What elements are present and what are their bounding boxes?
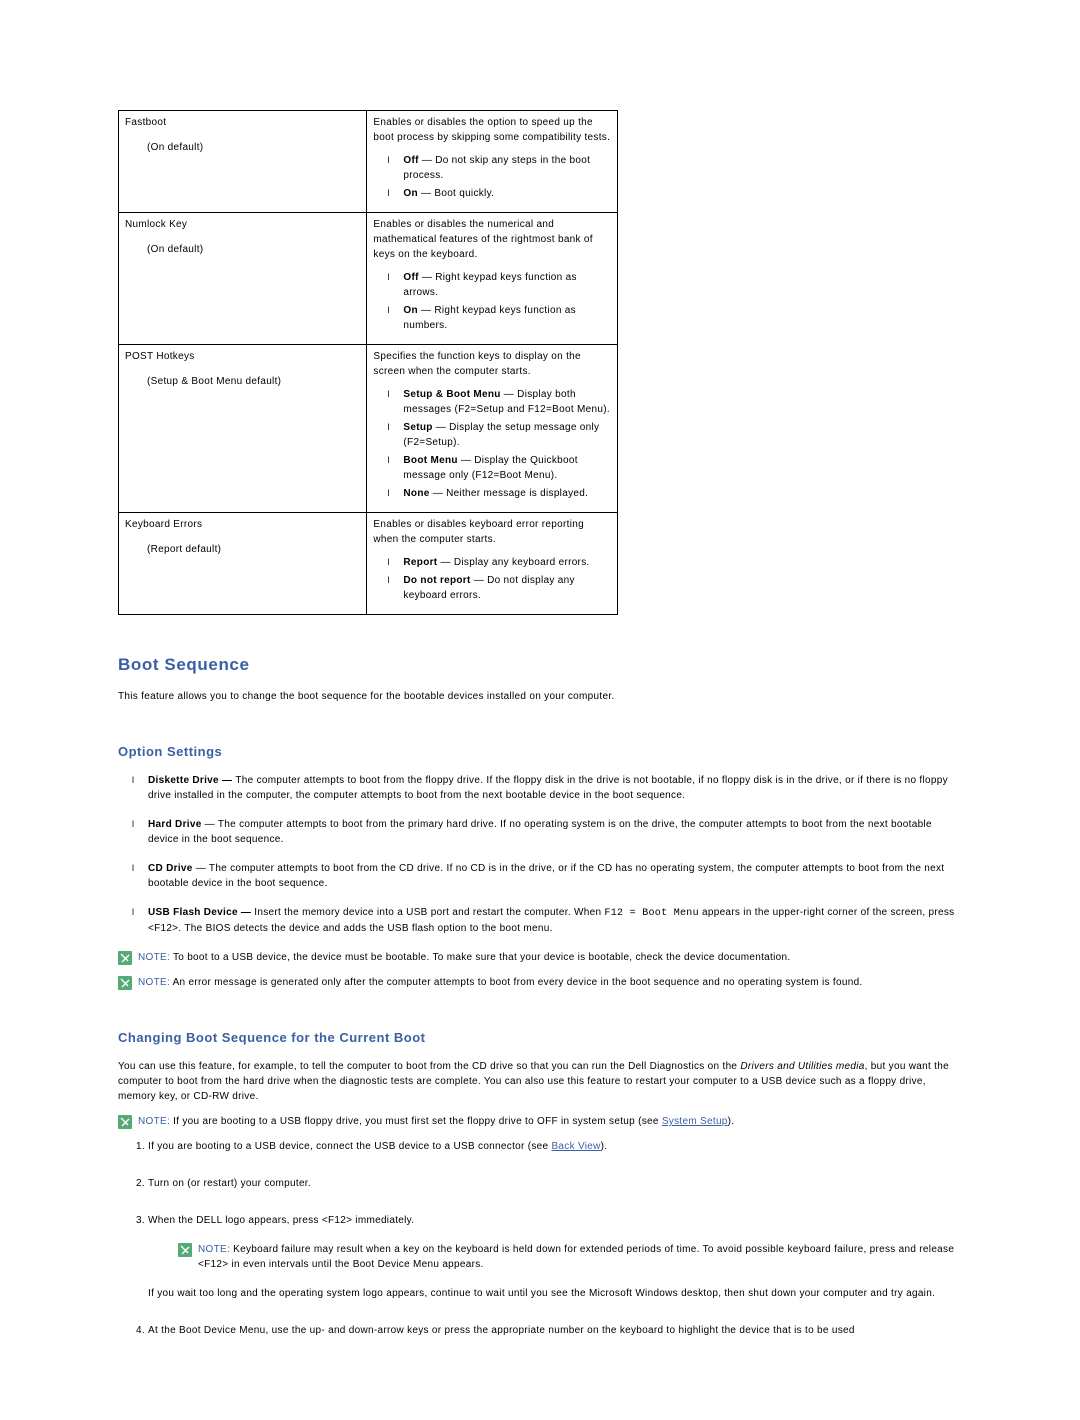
step-2: Turn on (or restart) your computer. — [148, 1176, 962, 1191]
step-1: If you are booting to a USB device, conn… — [148, 1139, 962, 1154]
setting-name-cell: Keyboard Errors(Report default) — [119, 513, 367, 615]
note-icon — [118, 1115, 132, 1129]
list-item: Hard Drive — The computer attempts to bo… — [148, 817, 962, 847]
note-keyboard-failure: NOTE: Keyboard failure may result when a… — [178, 1242, 962, 1272]
setting-desc-cell: Specifies the function keys to display o… — [367, 345, 618, 513]
note-error-message: NOTE: An error message is generated only… — [118, 975, 962, 990]
heading-boot-sequence: Boot Sequence — [118, 655, 962, 675]
heading-option-settings: Option Settings — [118, 744, 962, 759]
note-icon — [118, 976, 132, 990]
setting-desc-cell: Enables or disables the option to speed … — [367, 111, 618, 213]
list-item: CD Drive — The computer attempts to boot… — [148, 861, 962, 891]
list-item: USB Flash Device — Insert the memory dev… — [148, 905, 962, 936]
setting-name-cell: Numlock Key(On default) — [119, 213, 367, 345]
changing-boot-para: You can use this feature, for example, t… — [118, 1059, 962, 1104]
page: Fastboot(On default)Enables or disables … — [0, 0, 1080, 1420]
setting-name-cell: POST Hotkeys(Setup & Boot Menu default) — [119, 345, 367, 513]
list-item: Diskette Drive — The computer attempts t… — [148, 773, 962, 803]
table-row: Numlock Key(On default)Enables or disabl… — [119, 213, 618, 345]
step-3: When the DELL logo appears, press <F12> … — [148, 1213, 962, 1301]
note-icon — [118, 951, 132, 965]
boot-sequence-intro: This feature allows you to change the bo… — [118, 689, 962, 704]
heading-changing-boot-seq: Changing Boot Sequence for the Current B… — [118, 1030, 962, 1045]
steps-list: If you are booting to a USB device, conn… — [118, 1139, 962, 1338]
note-usb-floppy: NOTE: If you are booting to a USB floppy… — [118, 1114, 962, 1129]
setting-name-cell: Fastboot(On default) — [119, 111, 367, 213]
note-icon — [178, 1243, 192, 1257]
setting-desc-cell: Enables or disables keyboard error repor… — [367, 513, 618, 615]
table-row: Keyboard Errors(Report default)Enables o… — [119, 513, 618, 615]
link-back-view[interactable]: Back View — [551, 1141, 600, 1152]
note-usb-bootable: NOTE: To boot to a USB device, the devic… — [118, 950, 962, 965]
table-row: POST Hotkeys(Setup & Boot Menu default)S… — [119, 345, 618, 513]
step-3-followup: If you wait too long and the operating s… — [148, 1286, 962, 1301]
setting-desc-cell: Enables or disables the numerical and ma… — [367, 213, 618, 345]
settings-table: Fastboot(On default)Enables or disables … — [118, 110, 618, 615]
step-4: At the Boot Device Menu, use the up- and… — [148, 1323, 962, 1338]
option-settings-list: Diskette Drive — The computer attempts t… — [118, 773, 962, 936]
link-system-setup[interactable]: System Setup — [662, 1116, 728, 1127]
table-row: Fastboot(On default)Enables or disables … — [119, 111, 618, 213]
